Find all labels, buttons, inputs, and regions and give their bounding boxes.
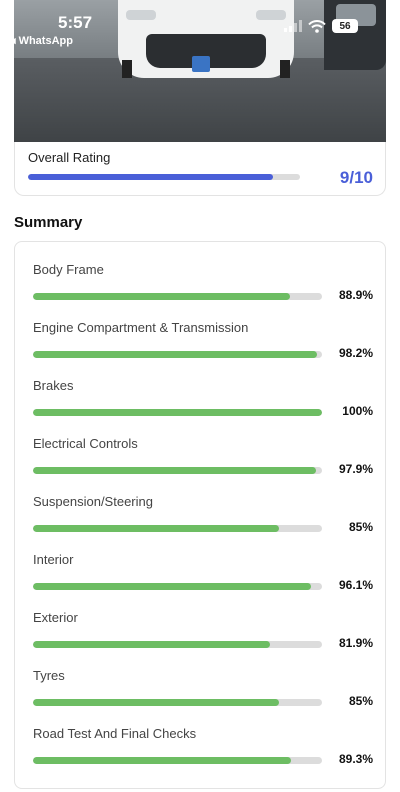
summary-item: Brakes 100% [33,378,373,428]
summary-item-label: Suspension/Steering [33,494,153,509]
summary-item-fill [33,351,317,358]
summary-card: Body Frame 88.9% Engine Compartment & Tr… [14,241,386,789]
summary-item-bar [33,699,322,706]
status-icons: 56 [284,18,358,34]
summary-item-fill [33,293,290,300]
summary-item: Tyres 85% [33,668,373,718]
summary-item: Electrical Controls 97.9% [33,436,373,486]
summary-item-bar [33,467,322,474]
overall-rating-fill [28,174,273,180]
car-headlight-right [256,10,286,20]
car-wheel-left [122,60,132,78]
summary-item-value: 100% [342,404,373,418]
car-plate [192,56,210,72]
summary-item-value: 89.3% [338,752,373,766]
summary-item-bar [33,293,322,300]
summary-item: Engine Compartment & Transmission 98.2% [33,320,373,370]
summary-item-value: 96.1% [338,578,373,592]
summary-item-value: 85% [348,520,373,534]
summary-item-value: 85% [348,694,373,708]
car-headlight-left [126,10,156,20]
summary-item-fill [33,525,279,532]
cellular-signal-icon [284,20,302,32]
summary-heading: Summary [14,214,83,231]
overall-rating-card: Overall Rating 9/10 [14,142,386,196]
summary-item-label: Engine Compartment & Transmission [33,320,249,335]
summary-item: Body Frame 88.9% [33,262,373,312]
summary-item-label: Electrical Controls [33,436,138,451]
summary-item-label: Road Test And Final Checks [33,726,197,741]
summary-item-value: 97.9% [338,462,373,476]
car-wheel-right [280,60,290,78]
summary-item-bar [33,351,322,358]
overall-rating-label: Overall Rating [28,150,111,165]
battery-icon: 56 [332,19,358,33]
summary-item-bar [33,757,322,764]
summary-item-value: 88.9% [338,288,373,302]
summary-item-fill [33,641,270,648]
summary-item-value: 81.9% [338,636,373,650]
summary-item-bar [33,525,322,532]
status-time: 5:57 [58,13,93,32]
summary-item-fill [33,699,279,706]
summary-item-label: Interior [33,552,74,567]
summary-item: Exterior 81.9% [33,610,373,660]
summary-item-fill [33,757,292,764]
summary-item-label: Tyres [33,668,65,683]
back-to-app-link[interactable]: ◂ WhatsApp [10,34,73,47]
summary-item: Interior 96.1% [33,552,373,602]
summary-item-label: Body Frame [33,262,104,277]
summary-item-bar [33,409,322,416]
summary-item: Suspension/Steering 85% [33,494,373,544]
summary-item-bar [33,583,322,590]
summary-item: Road Test And Final Checks 89.3% [33,726,373,776]
overall-rating-value: 9/10 [339,168,373,187]
summary-item-label: Brakes [33,378,74,393]
summary-item-fill [33,583,311,590]
summary-item-value: 98.2% [338,346,373,360]
summary-item-label: Exterior [33,610,78,625]
wifi-icon [308,19,326,33]
summary-item-fill [33,409,322,416]
summary-item-bar [33,641,322,648]
overall-rating-bar [28,174,300,180]
summary-item-fill [33,467,316,474]
